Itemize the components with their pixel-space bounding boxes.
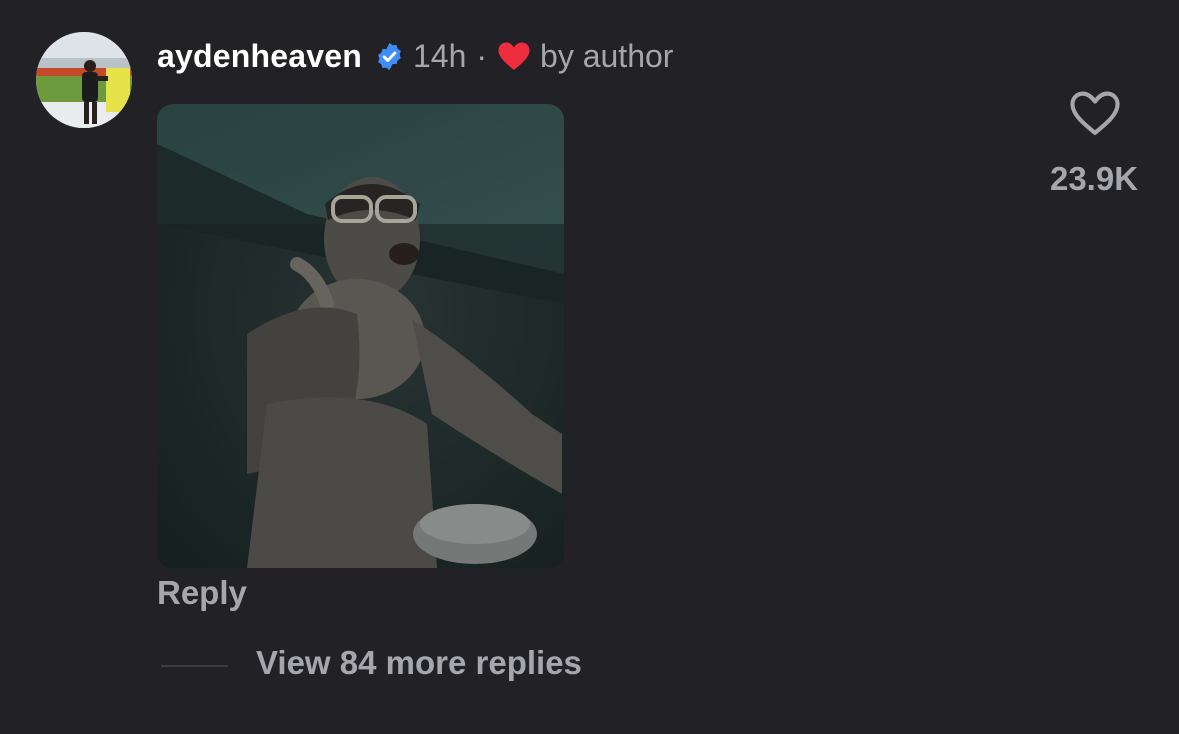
separator-dot: · — [476, 37, 488, 74]
heart-filled-icon — [497, 41, 531, 71]
verified-badge-icon — [374, 41, 405, 72]
heart-outline-icon[interactable] — [1068, 88, 1122, 138]
avatar[interactable] — [36, 32, 132, 128]
comment-gif[interactable] — [157, 104, 564, 568]
comment: aydenheaven 14h · by author Reply View 8… — [0, 0, 1179, 734]
liked-by-author-label: by author — [540, 37, 674, 74]
reply-button[interactable]: Reply — [157, 574, 247, 612]
like-count: 23.9K — [1049, 160, 1139, 197]
replies-divider-line — [161, 665, 228, 667]
avatar-image — [36, 32, 132, 128]
gif-image — [157, 104, 564, 568]
view-more-replies-button[interactable]: View 84 more replies — [256, 644, 582, 682]
username[interactable]: aydenheaven — [157, 38, 362, 75]
comment-header: aydenheaven 14h · by author — [157, 34, 673, 78]
timestamp: 14h — [412, 37, 467, 74]
